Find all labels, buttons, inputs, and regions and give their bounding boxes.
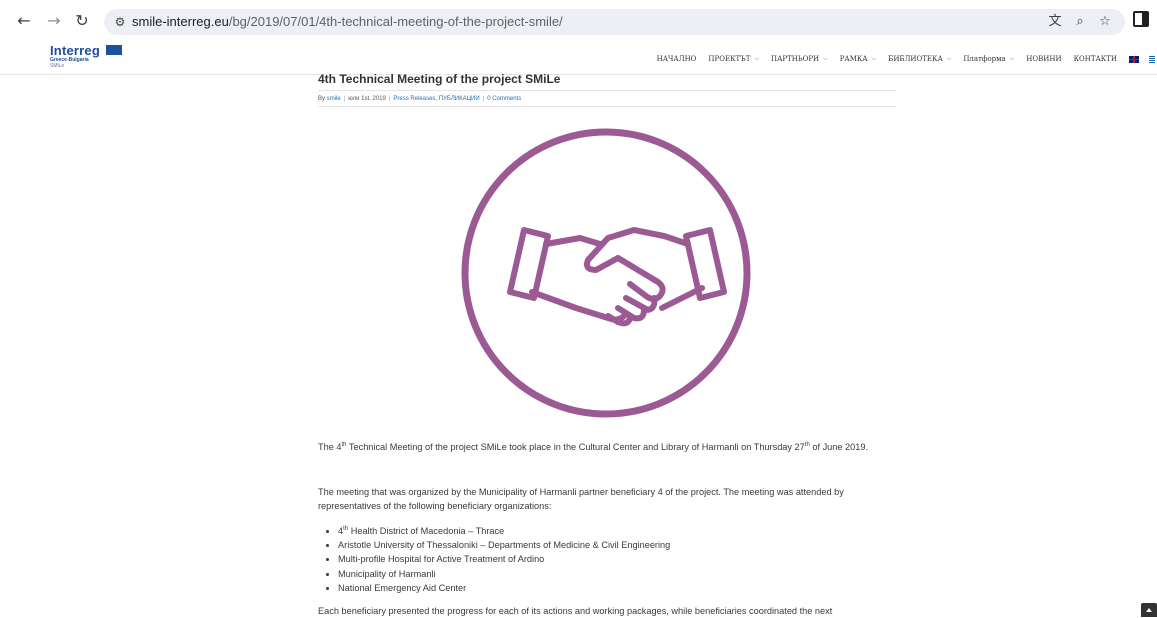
meta-by: By <box>318 96 326 102</box>
reload-icon[interactable]: ↻ <box>72 11 92 31</box>
intro-paragraph: The 4th Technical Meeting of the project… <box>318 440 898 454</box>
meta-separator: | <box>343 96 346 102</box>
url-path: /bg/2019/07/01/4th-technical-meeting-of-… <box>228 14 563 29</box>
menu-item-news[interactable]: НОВИНИ <box>1026 55 1061 63</box>
text-run: Technical Meeting of the project SMiLe t… <box>346 442 805 452</box>
menu-item-framework[interactable]: РАМКА ⌵ <box>840 55 876 63</box>
text-run: Health District of Macedonia – Thrace <box>348 526 505 536</box>
menu-label: БИБЛИОТЕКА <box>888 55 943 63</box>
arrow-right-icon[interactable]: → <box>44 11 64 31</box>
chevron-down-icon: ⌵ <box>871 55 877 62</box>
side-panel-icon[interactable] <box>1133 11 1149 27</box>
post-meta: By smile | юли 1st, 2019 | Press Releases, П… <box>318 96 521 102</box>
language-flag-icon[interactable] <box>1149 55 1155 63</box>
url-text[interactable]: smile-interreg.eu/bg/2019/07/01/4th-tech… <box>132 9 563 35</box>
arrow-left-icon[interactable]: ← <box>14 11 34 31</box>
eu-flag-icon <box>106 45 122 55</box>
logo-main-text: Interreg <box>50 43 101 58</box>
menu-item-library[interactable]: БИБЛИОТЕКА ⌵ <box>888 55 951 63</box>
menu-item-home[interactable]: НАЧАЛНО <box>657 55 697 63</box>
list-item: National Emergency Aid Center <box>338 581 898 595</box>
list-item: Aristotle University of Thessaloniki – D… <box>338 538 898 552</box>
site-info-icon[interactable]: ⚙ <box>110 12 130 32</box>
menu-label: ПРОЕКТЪТ <box>708 55 751 63</box>
bookmark-star-icon[interactable]: ☆ <box>1095 12 1115 32</box>
english-flag-icon[interactable] <box>1129 55 1139 63</box>
attendance-paragraph: The meeting that was organized by the Mu… <box>318 487 844 511</box>
chevron-down-icon: ⌵ <box>754 55 759 62</box>
meta-divider <box>318 106 896 107</box>
menu-label: РАМКА <box>839 55 868 63</box>
browser-toolbar: ← → ↻ ⚙ smile-interreg.eu/bg/2019/07/01/… <box>0 0 1157 42</box>
menu-label: Платформа <box>963 55 1006 63</box>
comments-link[interactable]: 0 Comments <box>487 96 521 102</box>
text-run: The 4 <box>318 442 342 452</box>
meta-separator: | <box>388 96 391 102</box>
menu-label: НАЧАЛНО <box>656 55 697 63</box>
hero-handshake <box>507 227 727 327</box>
logo-project-text: SMiLe <box>50 63 65 69</box>
menu-item-platform[interactable]: Платформа ⌵ <box>963 55 1014 63</box>
menu-label: НОВИНИ <box>1026 55 1062 63</box>
beneficiary-list: 4th Health District of Macedonia – Thrac… <box>318 524 898 595</box>
chevron-down-icon: ⌵ <box>823 55 828 62</box>
chevron-down-icon: ⌵ <box>1009 55 1015 62</box>
main-menu: НАЧАЛНО ПРОЕКТЪТ ⌵ ПАРТНЬОРИ ⌵ РАМКА ⌵ БИБЛ… <box>657 53 1157 65</box>
handshake-icon <box>461 128 751 418</box>
article-title: 4th Technical Meeting of the project SMi… <box>318 72 561 86</box>
interreg-logo[interactable]: Interreg Greece-Bulgaria SMiLe <box>50 43 130 73</box>
address-bar[interactable]: ⚙ smile-interreg.eu/bg/2019/07/01/4th-te… <box>104 9 1125 35</box>
categories-link[interactable]: Press Releases, ПУБЛИКАЦИИ <box>393 96 479 102</box>
title-divider <box>318 90 896 91</box>
meta-separator: | <box>482 96 485 102</box>
list-item: 4th Health District of Macedonia – Thrac… <box>338 524 898 538</box>
featured-image <box>318 112 896 434</box>
post-date: юли 1st, 2019 <box>348 96 386 102</box>
chevron-down-icon: ⌵ <box>946 55 952 62</box>
menu-label: КОНТАКТИ <box>1073 55 1117 63</box>
progress-paragraph: Each beneficiary presented the progress … <box>318 606 833 616</box>
list-item: Multi-profile Hospital for Active Treatm… <box>338 552 898 566</box>
menu-item-project[interactable]: ПРОЕКТЪТ ⌵ <box>708 55 759 63</box>
site-header: Interreg Greece-Bulgaria SMiLe НАЧАЛНО П… <box>0 42 1157 75</box>
url-host: smile-interreg.eu <box>132 14 229 29</box>
list-item: Municipality of Harmanli <box>338 567 898 581</box>
zoom-icon[interactable]: ⌕ <box>1070 12 1090 32</box>
scroll-to-top-button[interactable] <box>1141 603 1157 617</box>
hero-circle <box>461 128 751 418</box>
text-run: of June 2019. <box>809 442 869 452</box>
translate-icon[interactable]: 文 <box>1045 12 1065 32</box>
author-link[interactable]: smile <box>327 96 341 102</box>
menu-label: ПАРТНЬОРИ <box>770 55 820 63</box>
menu-item-partners[interactable]: ПАРТНЬОРИ ⌵ <box>771 55 828 63</box>
menu-item-contacts[interactable]: КОНТАКТИ <box>1074 55 1117 63</box>
